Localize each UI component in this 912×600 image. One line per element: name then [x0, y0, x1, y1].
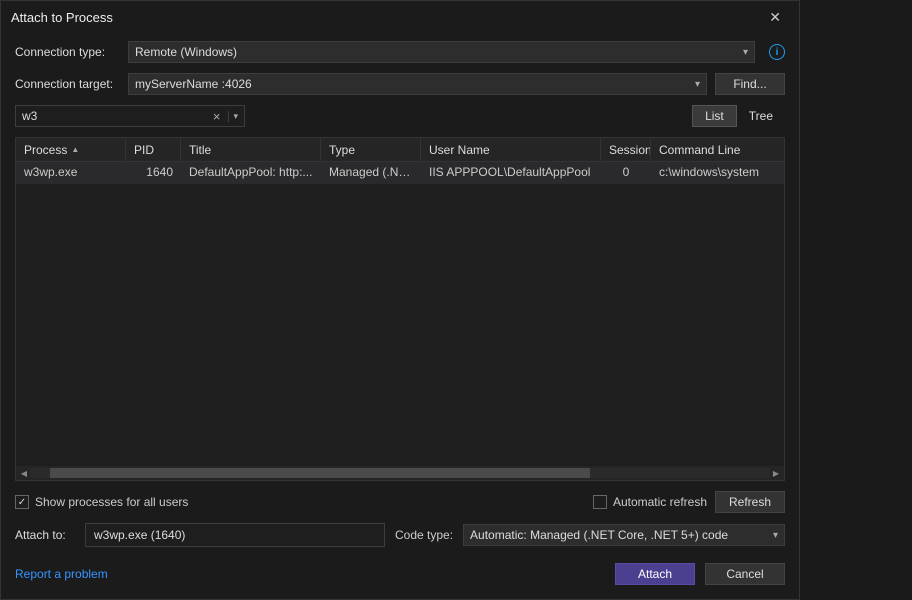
clear-icon[interactable]: ×	[209, 109, 225, 124]
dialog-body: Connection type: Remote (Windows) ▾ i Co…	[1, 33, 799, 599]
refresh-button[interactable]: Refresh	[715, 491, 785, 513]
view-toggle: List Tree	[692, 105, 785, 127]
col-session[interactable]: Session	[601, 138, 651, 161]
cell-session: 0	[601, 162, 651, 184]
sort-asc-icon: ▲	[71, 145, 79, 154]
attach-to-label: Attach to:	[15, 528, 75, 542]
connection-target-row: Connection target: myServerName :4026 ▾ …	[15, 73, 785, 95]
attach-to-value: w3wp.exe (1640)	[94, 528, 185, 542]
connection-target-dropdown[interactable]: myServerName :4026 ▾	[128, 73, 707, 95]
connection-target-value: myServerName :4026	[135, 77, 252, 91]
col-type[interactable]: Type	[321, 138, 421, 161]
grid-body: w3wp.exe 1640 DefaultAppPool: http:... M…	[16, 162, 784, 466]
list-toggle[interactable]: List	[692, 105, 737, 127]
cell-user: IIS APPPOOL\DefaultAppPool	[421, 162, 601, 184]
attach-button[interactable]: Attach	[615, 563, 695, 585]
connection-type-row: Connection type: Remote (Windows) ▾ i	[15, 41, 785, 63]
chevron-down-icon: ▾	[695, 79, 700, 90]
checkbox-icon[interactable]	[15, 495, 29, 509]
col-process[interactable]: Process▲	[16, 138, 126, 161]
process-grid: Process▲ PID Title Type User Name Sessio…	[15, 137, 785, 481]
code-type-label: Code type:	[395, 528, 453, 542]
footer: Report a problem Attach Cancel	[15, 563, 785, 585]
titlebar: Attach to Process ✕	[1, 1, 799, 33]
cancel-button[interactable]: Cancel	[705, 563, 785, 585]
filter-dropdown-icon[interactable]: ▾	[228, 111, 238, 122]
options-row: Show processes for all users Automatic r…	[15, 491, 785, 513]
window-title: Attach to Process	[11, 10, 113, 25]
code-type-value: Automatic: Managed (.NET Core, .NET 5+) …	[470, 528, 728, 542]
col-user[interactable]: User Name	[421, 138, 601, 161]
cell-type: Managed (.NE...	[321, 162, 421, 184]
checkbox-icon[interactable]	[593, 495, 607, 509]
filter-input-wrap: × ▾	[15, 105, 245, 127]
cell-pid: 1640	[126, 162, 181, 184]
connection-type-label: Connection type:	[15, 45, 120, 59]
chevron-down-icon: ▾	[773, 530, 778, 541]
scroll-track[interactable]	[30, 468, 770, 478]
cell-title: DefaultAppPool: http:...	[181, 162, 321, 184]
scroll-thumb[interactable]	[50, 468, 590, 478]
attach-to-row: Attach to: w3wp.exe (1640) Code type: Au…	[15, 523, 785, 547]
connection-target-label: Connection target:	[15, 77, 120, 91]
info-icon[interactable]: i	[769, 44, 785, 60]
grid-header: Process▲ PID Title Type User Name Sessio…	[16, 138, 784, 162]
cell-process: w3wp.exe	[16, 162, 126, 184]
cell-cmd: c:\windows\system	[651, 162, 784, 184]
scroll-left-icon[interactable]: ◀	[18, 467, 30, 479]
col-pid[interactable]: PID	[126, 138, 181, 161]
report-problem-link[interactable]: Report a problem	[15, 567, 108, 581]
scroll-right-icon[interactable]: ▶	[770, 467, 782, 479]
code-type-dropdown[interactable]: Automatic: Managed (.NET Core, .NET 5+) …	[463, 524, 785, 546]
auto-refresh-label: Automatic refresh	[613, 495, 707, 509]
connection-type-value: Remote (Windows)	[135, 45, 237, 59]
show-all-users-check[interactable]: Show processes for all users	[15, 495, 188, 509]
chevron-down-icon: ▾	[743, 47, 748, 58]
find-button[interactable]: Find...	[715, 73, 785, 95]
table-row[interactable]: w3wp.exe 1640 DefaultAppPool: http:... M…	[16, 162, 784, 184]
footer-buttons: Attach Cancel	[615, 563, 785, 585]
connection-type-dropdown[interactable]: Remote (Windows) ▾	[128, 41, 755, 63]
attach-to-process-dialog: Attach to Process ✕ Connection type: Rem…	[0, 0, 800, 600]
horizontal-scrollbar[interactable]: ◀ ▶	[16, 466, 784, 480]
filter-row: × ▾ List Tree	[15, 105, 785, 127]
col-cmd[interactable]: Command Line	[651, 138, 784, 161]
auto-refresh-check[interactable]: Automatic refresh	[593, 495, 707, 509]
show-all-users-label: Show processes for all users	[35, 495, 188, 509]
tree-toggle[interactable]: Tree	[737, 105, 785, 127]
col-title[interactable]: Title	[181, 138, 321, 161]
filter-input[interactable]	[22, 109, 209, 123]
close-icon[interactable]: ✕	[761, 5, 789, 30]
attach-to-field[interactable]: w3wp.exe (1640)	[85, 523, 385, 547]
